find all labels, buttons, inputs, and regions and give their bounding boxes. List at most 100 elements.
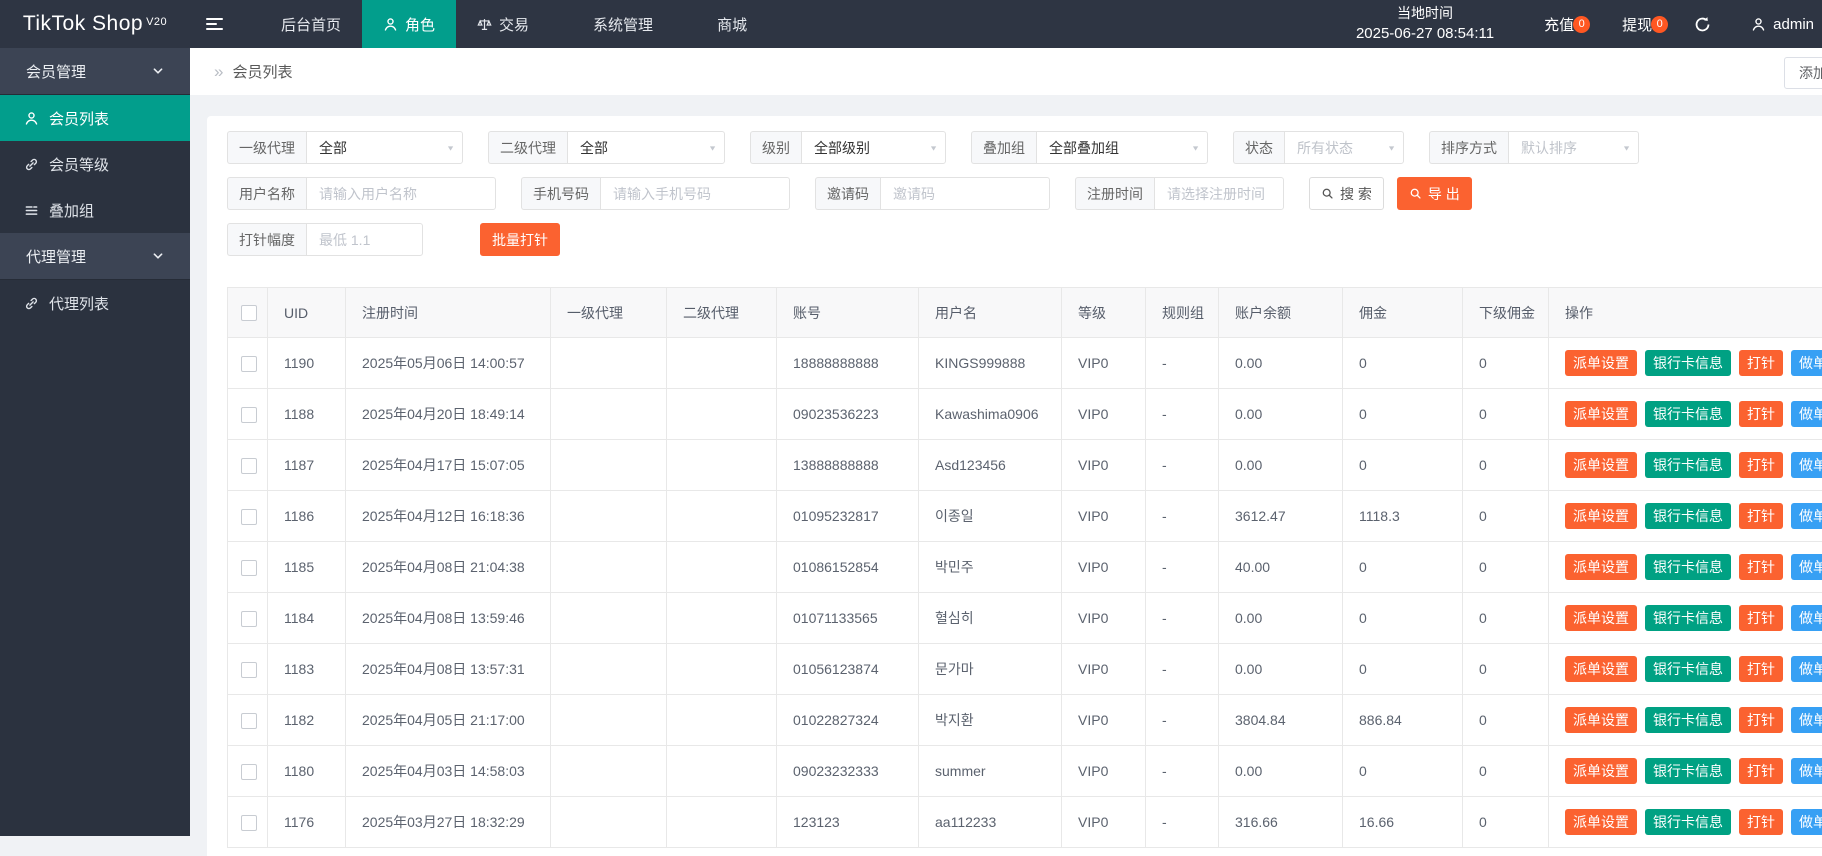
row-action-button[interactable]: 银行卡信息: [1645, 350, 1731, 377]
row-action-button[interactable]: 做单: [1791, 605, 1822, 632]
row-action-button[interactable]: 银行卡信息: [1645, 707, 1731, 734]
row-action-button[interactable]: 打针: [1739, 656, 1783, 683]
row-action-button[interactable]: 派单设置: [1565, 809, 1637, 836]
withdraw-button[interactable]: 提现 0: [1598, 14, 1676, 35]
row-action-button[interactable]: 打针: [1739, 707, 1783, 734]
filter-text-input[interactable]: [319, 186, 483, 202]
nav-item-label: 系统管理: [593, 14, 653, 35]
row-action-button[interactable]: 做单: [1791, 452, 1822, 479]
filter-row-selects: 一级代理全部▼二级代理全部▼级别全部级别▼叠加组全部叠加组▼状态所有状态▼排序方…: [227, 131, 1822, 164]
sidebar-group-header[interactable]: 代理管理: [0, 233, 190, 280]
row-checkbox[interactable]: [241, 662, 257, 678]
row-checkbox[interactable]: [241, 815, 257, 831]
injection-range-input[interactable]: [319, 232, 410, 248]
filter-select-field[interactable]: 全部▼: [567, 131, 725, 164]
row-action-button[interactable]: 银行卡信息: [1645, 503, 1731, 530]
row-action-button[interactable]: 银行卡信息: [1645, 452, 1731, 479]
add-member-button[interactable]: 添加会员: [1784, 57, 1822, 89]
cell-sub-commission: 0: [1463, 695, 1549, 746]
row-action-button[interactable]: 打针: [1739, 809, 1783, 836]
row-action-button[interactable]: 银行卡信息: [1645, 758, 1731, 785]
row-action-button[interactable]: 做单: [1791, 401, 1822, 428]
sidebar-item[interactable]: 会员列表: [0, 95, 190, 141]
row-action-button[interactable]: 打针: [1739, 605, 1783, 632]
nav-item-dashboard[interactable]: 后台首页: [238, 0, 362, 48]
select-all-checkbox[interactable]: [241, 305, 257, 321]
sidebar-item[interactable]: 代理列表: [0, 280, 190, 326]
nav-item-mall[interactable]: 商城: [674, 0, 768, 48]
filter-text-input[interactable]: [613, 186, 777, 202]
export-button[interactable]: 导 出: [1397, 177, 1472, 210]
row-action-button[interactable]: 做单: [1791, 758, 1822, 785]
row-action-button[interactable]: 派单设置: [1565, 350, 1637, 377]
filter-text-input[interactable]: [893, 186, 1037, 202]
row-action-button[interactable]: 银行卡信息: [1645, 401, 1731, 428]
row-action-button[interactable]: 银行卡信息: [1645, 809, 1731, 836]
recharge-label: 充值: [1544, 17, 1574, 34]
recharge-button[interactable]: 充值 0: [1520, 14, 1598, 35]
filter-text-input[interactable]: [1167, 186, 1271, 202]
column-header: 规则组: [1146, 288, 1219, 338]
row-action-button[interactable]: 派单设置: [1565, 605, 1637, 632]
filter-select-field[interactable]: 全部级别▼: [801, 131, 946, 164]
refresh-button[interactable]: [1676, 16, 1729, 33]
row-checkbox[interactable]: [241, 713, 257, 729]
row-action-button[interactable]: 打针: [1739, 554, 1783, 581]
cell-balance: 316.66: [1219, 797, 1343, 848]
filter-select-3: 级别全部级别▼: [750, 131, 946, 164]
row-checkbox[interactable]: [241, 509, 257, 525]
filter-select-field[interactable]: 默认排序▼: [1508, 131, 1639, 164]
row-action-button[interactable]: 派单设置: [1565, 554, 1637, 581]
chevron-down-icon: ▼: [708, 144, 717, 152]
filter-select-field[interactable]: 全部▼: [306, 131, 463, 164]
cell-agent1: [551, 542, 667, 593]
batch-injection-button[interactable]: 批量打针: [480, 223, 560, 256]
nav-item-system[interactable]: 系统管理: [550, 0, 674, 48]
row-checkbox[interactable]: [241, 764, 257, 780]
row-action-button[interactable]: 打针: [1739, 401, 1783, 428]
row-action-button[interactable]: 做单: [1791, 350, 1822, 377]
row-action-button[interactable]: 派单设置: [1565, 656, 1637, 683]
row-action-button[interactable]: 做单: [1791, 656, 1822, 683]
sidebar-item[interactable]: 会员等级: [0, 141, 190, 187]
row-action-button[interactable]: 派单设置: [1565, 758, 1637, 785]
row-action-button[interactable]: 银行卡信息: [1645, 605, 1731, 632]
row-checkbox[interactable]: [241, 458, 257, 474]
row-action-button[interactable]: 做单: [1791, 707, 1822, 734]
row-action-button[interactable]: 做单: [1791, 554, 1822, 581]
row-action-button[interactable]: 派单设置: [1565, 707, 1637, 734]
nav-item-roles[interactable]: 角色: [362, 0, 456, 48]
withdraw-label: 提现: [1622, 17, 1652, 34]
row-action-button[interactable]: 做单: [1791, 503, 1822, 530]
filter-select-field[interactable]: 全部叠加组▼: [1036, 131, 1208, 164]
cell-commission: 0: [1343, 440, 1463, 491]
row-checkbox[interactable]: [241, 356, 257, 372]
row-action-button[interactable]: 打针: [1739, 758, 1783, 785]
row-action-button[interactable]: 打针: [1739, 503, 1783, 530]
row-action-button[interactable]: 派单设置: [1565, 401, 1637, 428]
row-checkbox[interactable]: [241, 560, 257, 576]
cell-sub-commission: 0: [1463, 746, 1549, 797]
sidebar-toggle-button[interactable]: [190, 0, 238, 48]
row-checkbox[interactable]: [241, 407, 257, 423]
row-action-button[interactable]: 做单: [1791, 809, 1822, 836]
user-icon: [383, 17, 398, 32]
row-action-button[interactable]: 银行卡信息: [1645, 554, 1731, 581]
filter-select-field[interactable]: 所有状态▼: [1284, 131, 1404, 164]
link-icon: [24, 157, 39, 172]
row-checkbox[interactable]: [241, 611, 257, 627]
sidebar-item[interactable]: 叠加组: [0, 187, 190, 233]
nav-item-trade[interactable]: 交易: [456, 0, 550, 48]
sidebar-group-header[interactable]: 会员管理: [0, 48, 190, 95]
row-action-button[interactable]: 派单设置: [1565, 503, 1637, 530]
cell-rule-group: -: [1146, 338, 1219, 389]
chevron-down-icon: [152, 250, 164, 262]
row-action-button[interactable]: 打针: [1739, 452, 1783, 479]
local-time-value: 2025-06-27 08:54:11: [1356, 23, 1494, 45]
row-action-button[interactable]: 银行卡信息: [1645, 656, 1731, 683]
user-menu[interactable]: admin: [1729, 16, 1822, 33]
row-action-button[interactable]: 派单设置: [1565, 452, 1637, 479]
filter-select-5: 状态所有状态▼: [1233, 131, 1404, 164]
row-action-button[interactable]: 打针: [1739, 350, 1783, 377]
search-button[interactable]: 搜 索: [1309, 177, 1384, 210]
